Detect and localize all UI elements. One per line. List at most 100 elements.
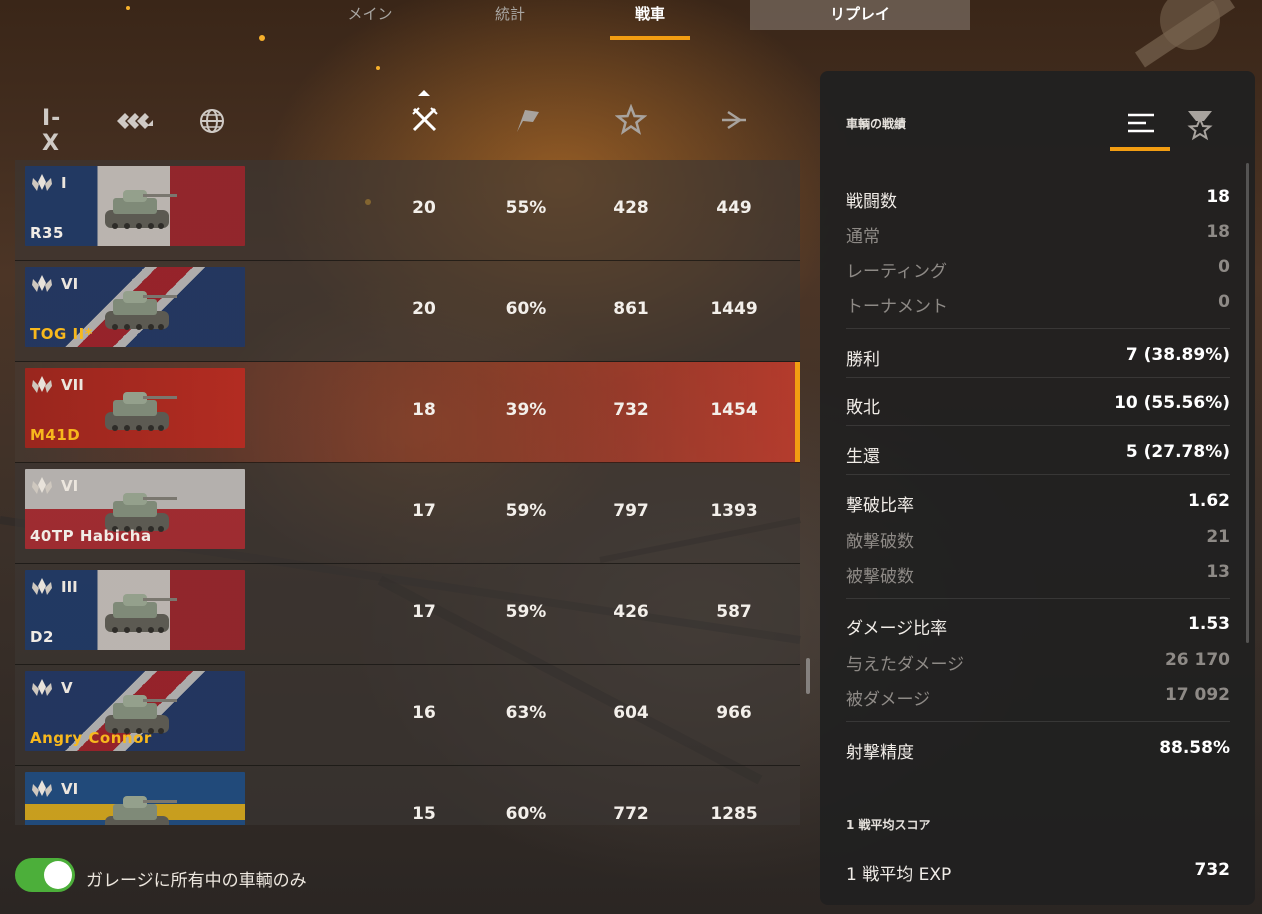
- tank-card: VI: [25, 772, 245, 825]
- garage-only-label: ガレージに所有中の車輌のみ: [86, 871, 307, 891]
- tank-card: VII M41D: [25, 368, 245, 448]
- top-tab-bar: メイン 統計 戦車 リプレイ: [310, 0, 970, 42]
- sort-caret-icon: [418, 90, 430, 96]
- tab-replay[interactable]: リプレイ: [750, 0, 970, 30]
- tank-name: D2: [30, 628, 54, 646]
- table-row[interactable]: III D2 17 59% 426 587: [15, 564, 800, 665]
- damage-icon[interactable]: [718, 104, 750, 136]
- stat-kd-ratio: 撃破比率 1.62: [846, 491, 1230, 516]
- table-row[interactable]: VI 40TP Habicha 17 59% 797 1393: [15, 463, 800, 564]
- divider: [846, 721, 1230, 722]
- winrate-cell: 55%: [505, 198, 547, 218]
- tier-label: VI: [61, 477, 79, 495]
- avg-exp-cell: 587: [716, 602, 752, 622]
- table-row[interactable]: I R35 20 55% 428 449: [15, 160, 800, 261]
- tier-emblem-icon: [32, 477, 52, 494]
- active-tab-indicator: [610, 36, 690, 40]
- garage-only-toggle[interactable]: [15, 858, 75, 892]
- avg-damage-cell: 428: [613, 198, 649, 218]
- medal-icon: [1187, 111, 1213, 141]
- tank-card: VI TOG II*: [25, 267, 245, 347]
- resize-handle[interactable]: [806, 658, 810, 694]
- vehicle-table: I R35 20 55% 428 449 VI TOG II* 20 60% 8…: [15, 160, 800, 825]
- tier-label: VI: [61, 780, 79, 798]
- tank-name: R35: [30, 224, 64, 242]
- tab-vehicles[interactable]: 戦車: [610, 0, 690, 40]
- avg-exp-cell: 1454: [710, 400, 758, 420]
- stat-kills: 敵撃破数 21: [846, 527, 1230, 552]
- tank-name: Angry Connor: [30, 729, 152, 747]
- stat-losses: 敗北 10 (55.56%): [846, 393, 1230, 418]
- winrate-cell: 59%: [505, 602, 547, 622]
- battles-cell: 15: [412, 804, 436, 824]
- avg-damage-cell: 426: [613, 602, 649, 622]
- battles-cell: 16: [412, 703, 436, 723]
- tank-icon: [105, 291, 177, 330]
- stat-regular: 通常 18: [846, 222, 1230, 247]
- tank-card: I R35: [25, 166, 245, 246]
- vehicle-type-icon[interactable]: [115, 106, 155, 136]
- tier-label: VI: [61, 275, 79, 293]
- table-row[interactable]: VI 15 60% 772 1285: [15, 766, 800, 825]
- tier-label: I: [61, 174, 67, 192]
- tank-name: 40TP Habicha: [30, 527, 152, 545]
- tier-label: VII: [61, 376, 84, 394]
- winrate-cell: 59%: [505, 501, 547, 521]
- tank-icon: [105, 190, 177, 229]
- winrate-cell: 60%: [505, 804, 547, 824]
- stat-tournament: トーナメント 0: [846, 292, 1230, 317]
- avg-damage-cell: 732: [613, 400, 649, 420]
- battles-cell: 20: [412, 299, 436, 319]
- table-row[interactable]: VI TOG II* 20 60% 861 1449: [15, 261, 800, 362]
- tier-label: V: [61, 679, 73, 697]
- victory-flag-icon[interactable]: [511, 104, 543, 136]
- avg-exp-cell: 1449: [710, 299, 758, 319]
- panel-tab-indicator: [1110, 147, 1170, 151]
- avg-damage-cell: 604: [613, 703, 649, 723]
- winrate-cell: 63%: [505, 703, 547, 723]
- vehicle-stats-panel: 車輌の戦績 戦闘数 18 通常 18 レーティング 0 トーナメント 0 勝利 7 (38…: [820, 71, 1255, 905]
- tank-icon: [105, 594, 177, 633]
- divider: [846, 328, 1230, 329]
- table-row[interactable]: VII M41D 18 39% 732 1454: [15, 362, 800, 463]
- stat-wins: 勝利 7 (38.89%): [846, 345, 1230, 370]
- star-icon[interactable]: [614, 103, 648, 136]
- tab-main[interactable]: メイン: [330, 0, 410, 30]
- nation-icon[interactable]: [198, 106, 226, 136]
- list-view-icon: [1128, 113, 1154, 133]
- tank-card: V Angry Connor: [25, 671, 245, 751]
- tier-filter[interactable]: I-X: [42, 106, 76, 156]
- battles-cell: 17: [412, 501, 436, 521]
- tank-name: M41D: [30, 426, 81, 444]
- list-view-tab[interactable]: [1110, 107, 1170, 151]
- tier-emblem-icon: [32, 578, 52, 595]
- tank-icon: [105, 796, 177, 825]
- tank-card: III D2: [25, 570, 245, 650]
- tank-icon: [105, 392, 177, 431]
- toggle-knob: [44, 861, 72, 889]
- avg-damage-cell: 797: [613, 501, 649, 521]
- divider: [846, 425, 1230, 426]
- avg-damage-cell: 772: [613, 804, 649, 824]
- stat-damage-ratio: ダメージ比率 1.53: [846, 614, 1230, 639]
- tier-emblem-icon: [32, 376, 52, 393]
- tank-card: VI 40TP Habicha: [25, 469, 245, 549]
- table-row[interactable]: V Angry Connor 16 63% 604 966: [15, 665, 800, 766]
- avg-exp-cell: 966: [716, 703, 752, 723]
- tier-emblem-icon: [32, 174, 52, 191]
- battles-cell: 20: [412, 198, 436, 218]
- battles-cell: 18: [412, 400, 436, 420]
- tier-emblem-icon: [32, 275, 52, 292]
- tab-stats[interactable]: 統計: [470, 0, 550, 30]
- avg-damage-cell: 861: [613, 299, 649, 319]
- winrate-cell: 39%: [505, 400, 547, 420]
- tier-emblem-icon: [32, 679, 52, 696]
- stat-accuracy: 射撃精度 88.58%: [846, 738, 1230, 763]
- crossed-swords-icon[interactable]: [409, 104, 441, 136]
- awards-tab[interactable]: [1170, 107, 1230, 151]
- stat-damage-received: 被ダメージ 17 092: [846, 685, 1230, 710]
- panel-scrollbar[interactable]: [1246, 163, 1249, 643]
- winrate-cell: 60%: [505, 299, 547, 319]
- tier-label: III: [61, 578, 78, 596]
- panel-title: 車輌の戦績: [846, 117, 907, 131]
